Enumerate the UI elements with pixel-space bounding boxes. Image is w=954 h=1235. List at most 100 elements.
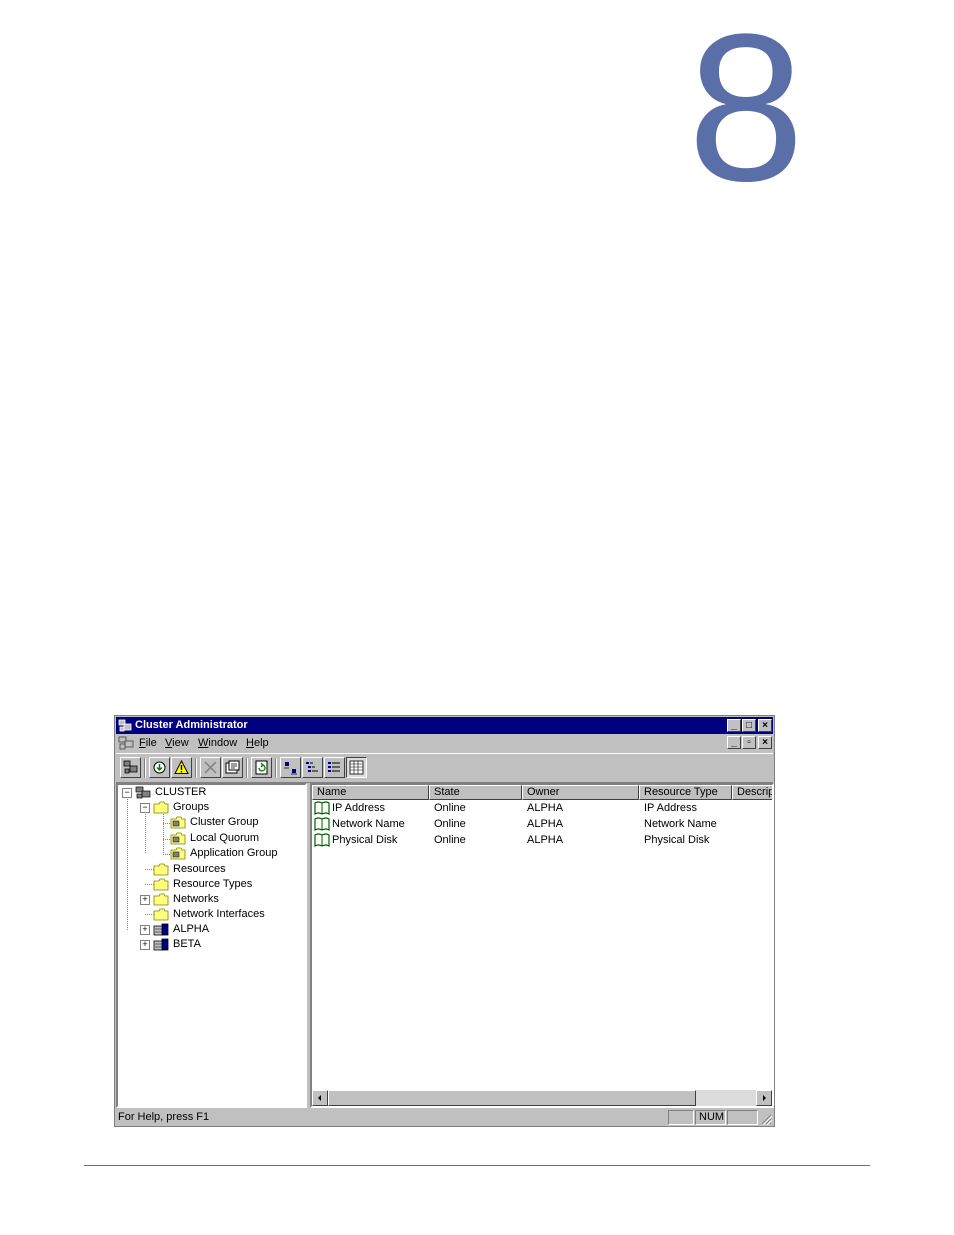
list-view-icon	[306, 762, 318, 772]
arrow-right-icon	[763, 1095, 766, 1101]
folder-icon	[153, 801, 169, 814]
details-tree-button[interactable]	[324, 757, 345, 778]
resource-list-pane[interactable]: Name State Owner Resource Type Descripti…	[310, 783, 774, 1108]
cell-owner: ALPHA	[527, 834, 564, 846]
bring-online-icon	[153, 761, 166, 774]
group-folder-icon	[170, 832, 186, 845]
chapter-number: 8	[687, 0, 805, 225]
delete-icon	[204, 761, 217, 774]
cell-state: Online	[434, 802, 466, 814]
cell-name: IP Address	[332, 802, 385, 814]
expand-toggle[interactable]: +	[140, 895, 150, 905]
status-panel-caps	[668, 1110, 694, 1125]
properties-button[interactable]	[222, 757, 243, 778]
toolbar-separator	[144, 758, 146, 778]
take-offline-warning-icon	[174, 760, 189, 774]
title-bar[interactable]: Cluster Administrator _ □ ×	[116, 717, 773, 734]
mdi-child-icon[interactable]	[118, 736, 134, 750]
folder-icon	[153, 893, 169, 906]
scroll-thumb[interactable]	[328, 1090, 696, 1106]
menu-help[interactable]: Help	[246, 737, 269, 749]
details-button[interactable]	[346, 757, 367, 778]
minimize-button[interactable]: _	[727, 719, 741, 732]
maximize-button[interactable]: □	[742, 719, 756, 732]
refresh-button[interactable]	[251, 757, 272, 778]
tree-connector	[127, 794, 128, 930]
tree-label: Cluster Group	[190, 816, 259, 828]
tree-label: ALPHA	[173, 923, 210, 935]
large-icons-button[interactable]	[280, 757, 301, 778]
resource-book-icon	[314, 833, 330, 847]
scroll-right-button[interactable]	[756, 1090, 772, 1106]
menu-window[interactable]: Window	[198, 737, 237, 749]
resource-book-icon	[314, 801, 330, 815]
toolbar-separator	[246, 758, 248, 778]
toolbar	[116, 753, 773, 783]
tree-label: Resources	[173, 863, 226, 875]
folder-icon	[153, 908, 169, 921]
tree-connector	[145, 809, 146, 853]
column-header-resource-type[interactable]: Resource Type	[639, 785, 732, 800]
cell-resource-type: Physical Disk	[644, 834, 710, 846]
column-header-name[interactable]: Name	[312, 785, 429, 800]
status-bar: For Help, press F1 NUM	[116, 1109, 773, 1126]
tree-label: Network Interfaces	[173, 908, 265, 920]
mdi-minimize-button[interactable]: _	[727, 736, 741, 749]
cell-state: Online	[434, 834, 466, 846]
close-button[interactable]: ×	[758, 719, 772, 732]
tree-label: BETA	[173, 938, 201, 950]
status-text: For Help, press F1	[118, 1111, 210, 1123]
status-panel-num: NUM	[695, 1110, 726, 1125]
folder-icon	[153, 878, 169, 891]
cluster-open-icon	[123, 760, 138, 774]
scroll-left-button[interactable]	[312, 1090, 328, 1106]
open-connection-button[interactable]	[120, 757, 141, 778]
properties-icon	[225, 760, 240, 774]
tree-label: Networks	[173, 893, 219, 905]
toolbar-separator	[195, 758, 197, 778]
details-tree-view-icon	[328, 762, 340, 772]
status-panel-scroll	[727, 1110, 758, 1125]
tree-label: Application Group	[190, 847, 278, 859]
cell-state: Online	[434, 818, 466, 830]
cell-resource-type: IP Address	[644, 802, 697, 814]
resize-grip-icon[interactable]	[760, 1113, 772, 1125]
cell-owner: ALPHA	[527, 818, 564, 830]
menu-file[interactable]: File	[139, 737, 157, 749]
mdi-close-button[interactable]: ×	[758, 736, 772, 749]
column-header-description[interactable]: Descripti	[732, 785, 772, 800]
column-header-state[interactable]: State	[429, 785, 522, 800]
tree-label: CLUSTER	[155, 786, 207, 798]
server-node-icon	[153, 938, 169, 951]
column-header-owner[interactable]: Owner	[522, 785, 639, 800]
cell-owner: ALPHA	[527, 802, 564, 814]
collapse-toggle[interactable]: −	[140, 803, 150, 813]
server-node-icon	[153, 923, 169, 936]
toolbar-separator	[275, 758, 277, 778]
expand-toggle[interactable]: +	[140, 925, 150, 935]
folder-icon	[153, 863, 169, 876]
collapse-toggle[interactable]: −	[122, 788, 132, 798]
tree-connector	[163, 809, 164, 853]
menu-view[interactable]: View	[165, 737, 189, 749]
horizontal-scrollbar[interactable]	[312, 1090, 772, 1106]
resource-book-icon	[314, 817, 330, 831]
delete-button[interactable]	[200, 757, 221, 778]
bring-online-button[interactable]	[149, 757, 170, 778]
menu-bar: File View Window Help _ ▫ ×	[116, 734, 773, 752]
tree-pane[interactable]: − CLUSTER − Groups Cluster Group Local Q…	[116, 783, 307, 1108]
cell-name: Network Name	[332, 818, 405, 830]
mdi-restore-button[interactable]: ▫	[742, 736, 756, 749]
cluster-administrator-window: Cluster Administrator _ □ × File View Wi…	[114, 715, 775, 1127]
footer-rule	[84, 1165, 870, 1166]
window-title: Cluster Administrator	[135, 719, 248, 731]
take-offline-button[interactable]	[171, 757, 192, 778]
group-folder-icon	[170, 847, 186, 860]
details-view-icon	[349, 760, 364, 775]
list-button[interactable]	[302, 757, 323, 778]
tree-label: Local Quorum	[190, 832, 260, 844]
large-icons-view-icon	[284, 762, 297, 775]
arrow-left-icon	[318, 1095, 321, 1101]
refresh-icon	[255, 760, 268, 775]
expand-toggle[interactable]: +	[140, 940, 150, 950]
